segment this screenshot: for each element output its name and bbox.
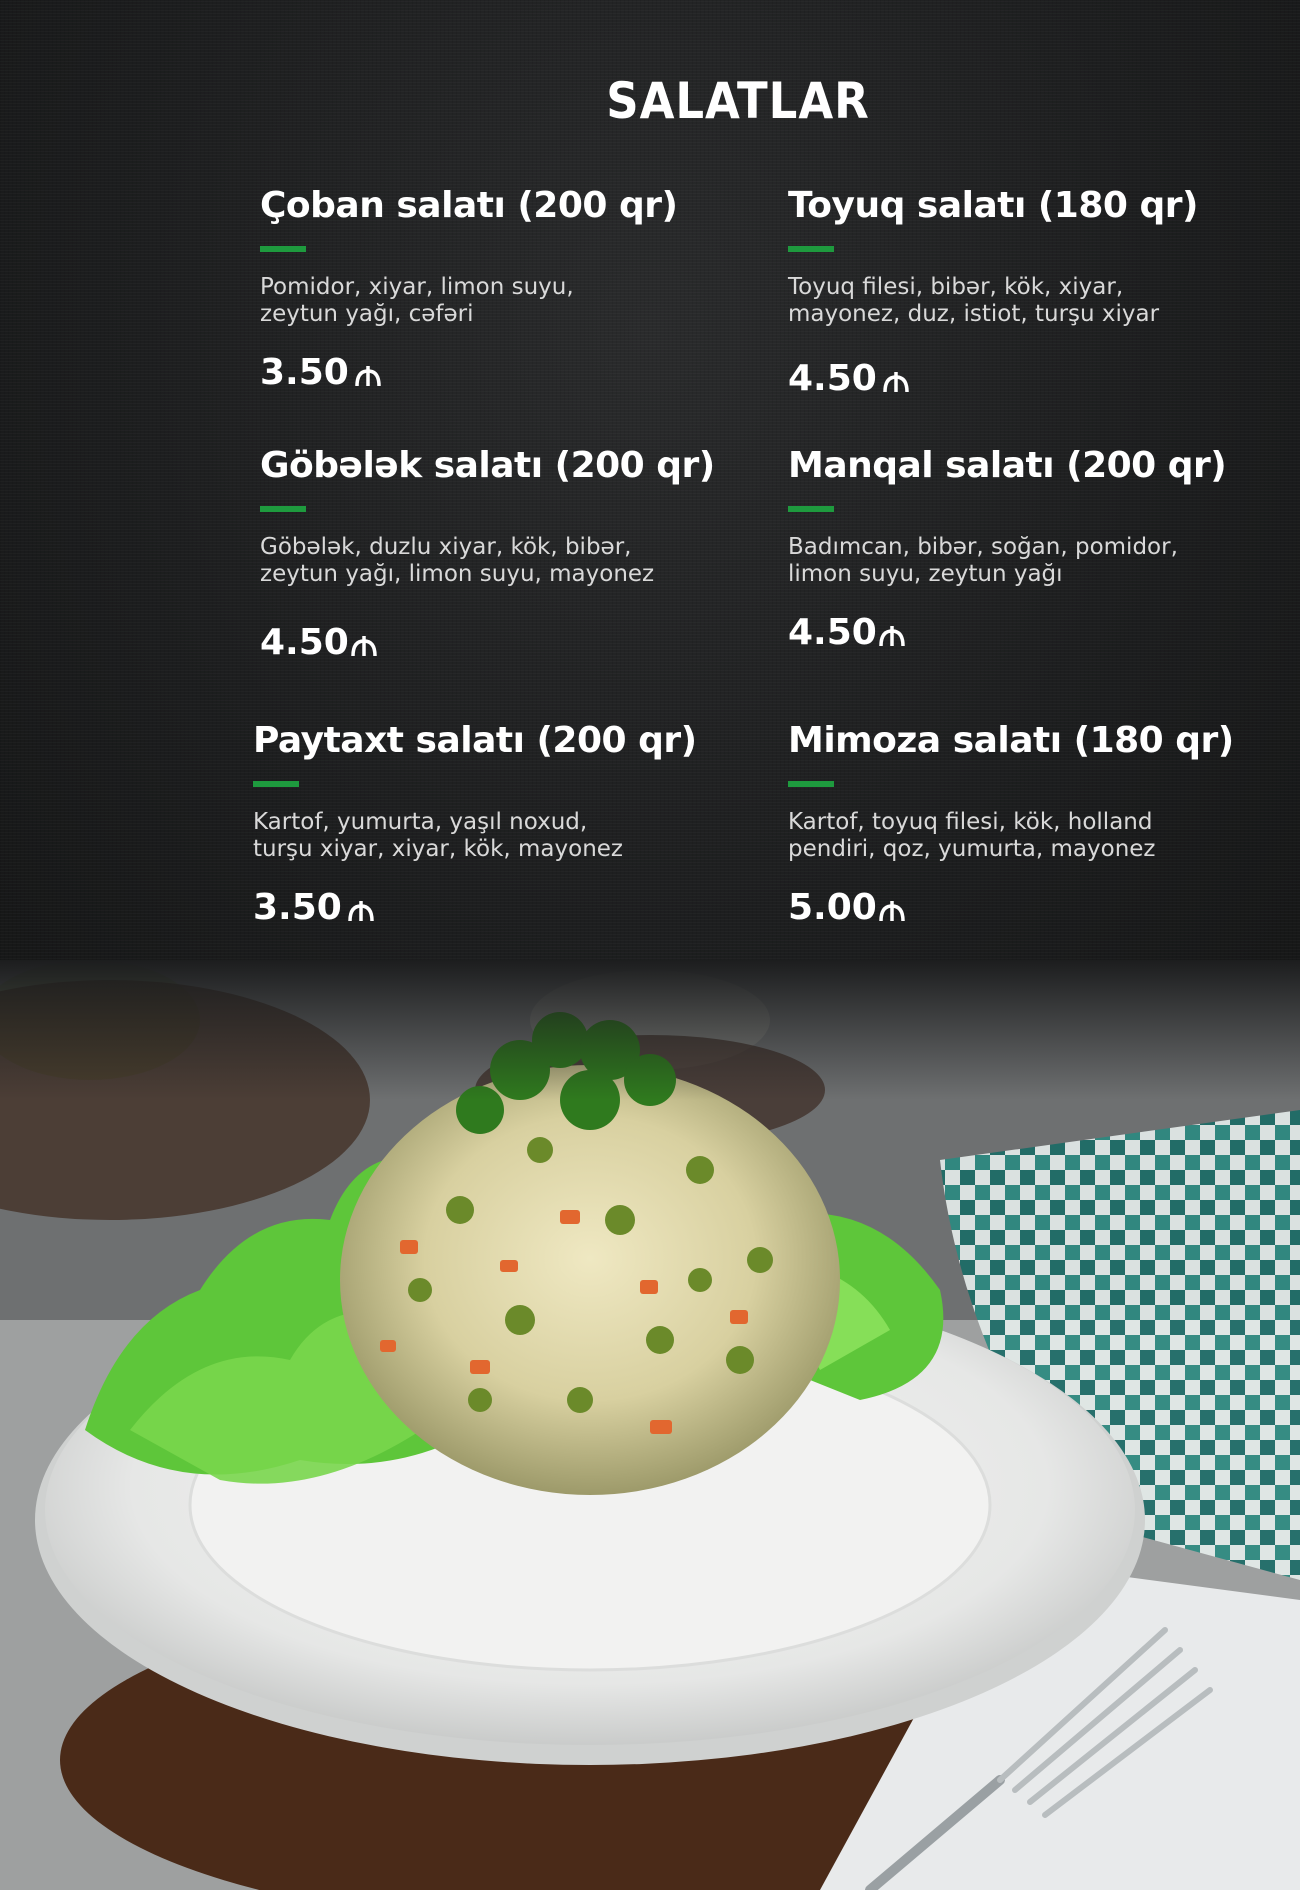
- accent-bar: [788, 246, 834, 252]
- manat-icon: [348, 901, 374, 922]
- item-price: 3.50: [253, 887, 342, 928]
- item-price-row: 3.50: [260, 352, 690, 393]
- accent-bar: [788, 781, 834, 787]
- item-price: 4.50: [788, 612, 877, 653]
- item-description: Kartof, yumurta, yaşıl noxud, turşu xiya…: [253, 809, 623, 862]
- item-name: Mimoza salatı (180 qr): [788, 720, 1234, 761]
- accent-bar: [260, 506, 306, 512]
- item-price-row: 4.50: [260, 622, 690, 663]
- item-price: 4.50: [788, 358, 877, 399]
- accent-bar: [788, 506, 834, 512]
- item-description: Toyuq filesi, bibər, kök, xiyar, mayonez…: [788, 274, 1160, 327]
- item-description: Kartof, toyuq filesi, kök, holland pendi…: [788, 809, 1156, 862]
- manat-icon: [883, 372, 909, 393]
- item-price: 4.50: [260, 622, 349, 663]
- item-name: Paytaxt salatı (200 qr): [253, 720, 697, 761]
- menu-item: Mimoza salatı (180 qr) Kartof, toyuq fil…: [788, 720, 1234, 928]
- page-title: SALATLAR: [606, 72, 870, 130]
- item-name: Manqal salatı (200 qr): [788, 445, 1227, 486]
- menu-item: Paytaxt salatı (200 qr) Kartof, yumurta,…: [253, 720, 697, 928]
- menu-item: Toyuq salatı (180 qr) Toyuq filesi, bibə…: [788, 185, 1218, 399]
- item-name: Göbələk salatı (200 qr): [260, 445, 715, 486]
- item-description: Pomidor, xiyar, limon suyu, zeytun yağı,…: [260, 274, 574, 327]
- accent-bar: [253, 781, 299, 787]
- menu-item: Manqal salatı (200 qr) Badımcan, bibər, …: [788, 445, 1227, 653]
- item-price-row: 4.50: [788, 358, 1218, 399]
- item-price-row: 4.50: [788, 612, 1218, 653]
- accent-bar: [260, 246, 306, 252]
- item-description: Badımcan, bibər, soğan, pomidor, limon s…: [788, 534, 1178, 587]
- item-description: Göbələk, duzlu xiyar, kök, bibər, zeytun…: [260, 534, 655, 587]
- manat-icon: [355, 366, 381, 387]
- item-name: Çoban salatı (200 qr): [260, 185, 678, 226]
- item-price-row: 3.50: [253, 887, 683, 928]
- menu-item: Göbələk salatı (200 qr) Göbələk, duzlu x…: [260, 445, 715, 663]
- item-price: 3.50: [260, 352, 349, 393]
- menu-item: Çoban salatı (200 qr) Pomidor, xiyar, li…: [260, 185, 690, 393]
- item-price-row: 5.00: [788, 887, 1218, 928]
- manat-icon: [351, 636, 377, 657]
- salad-photo: [0, 960, 1300, 1890]
- item-name: Toyuq salatı (180 qr): [788, 185, 1198, 226]
- item-price: 5.00: [788, 887, 877, 928]
- salad-plate-illustration: [0, 960, 1300, 1890]
- manat-icon: [879, 626, 905, 647]
- manat-icon: [879, 901, 905, 922]
